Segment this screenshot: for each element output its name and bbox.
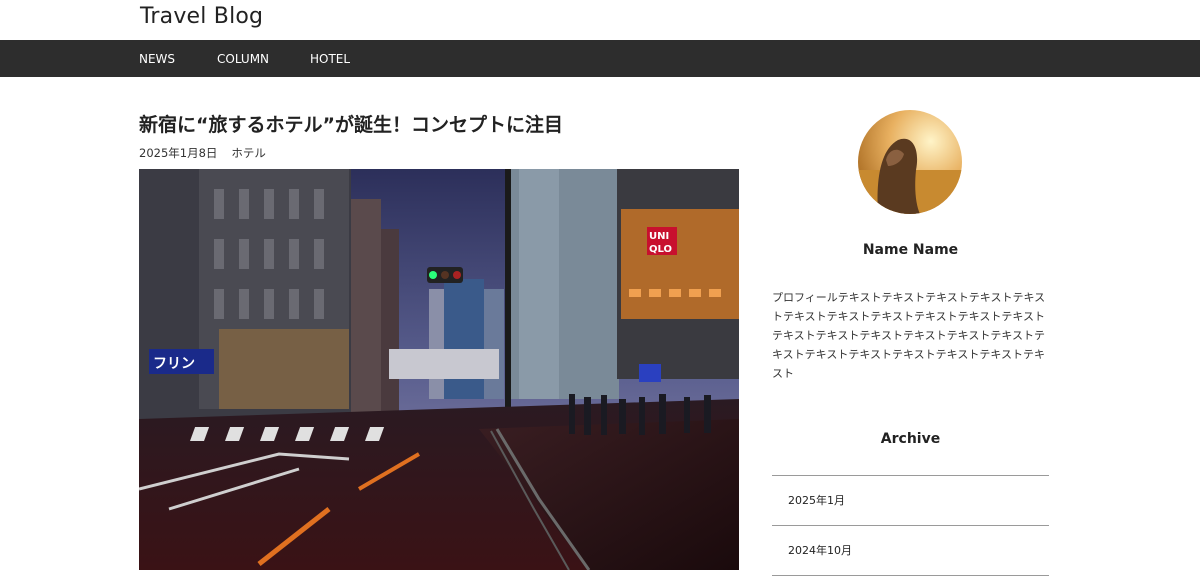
store-sign-text: フリン [153,356,195,372]
article-photo: フリン UNI QLO [139,169,739,570]
profile-avatar [858,110,962,214]
article-title: 新宿に“旅するホテル”が誕生！コンセプトに注目 [139,114,563,136]
store-logo-bottom: QLO [649,244,672,255]
archive-item[interactable]: 2025年1月 [772,476,1049,526]
profile-name: Name Name [862,242,959,258]
archive-list: 2025年1月 2024年10月 [772,475,1049,576]
site-header: Travel Blog [0,0,1200,40]
main-nav: NEWS COLUMN HOTEL [0,40,1200,77]
nav-item-news[interactable]: NEWS [139,52,175,66]
archive-heading: Archive [880,431,941,447]
archive-item[interactable]: 2024年10月 [772,526,1049,576]
nav-item-hotel[interactable]: HOTEL [310,52,350,66]
store-logo-top: UNI [649,231,669,242]
profile-text: プロフィールテキストテキストテキストテキストテキストテキストテキストテキストテキ… [772,291,1046,380]
site-title[interactable]: Travel Blog [140,4,263,29]
article-meta: 2025年1月8日 ホテル [139,145,266,161]
nav-item-column[interactable]: COLUMN [217,52,269,66]
article-category[interactable]: ホテル [231,146,266,160]
article-date: 2025年1月8日 [139,146,218,160]
